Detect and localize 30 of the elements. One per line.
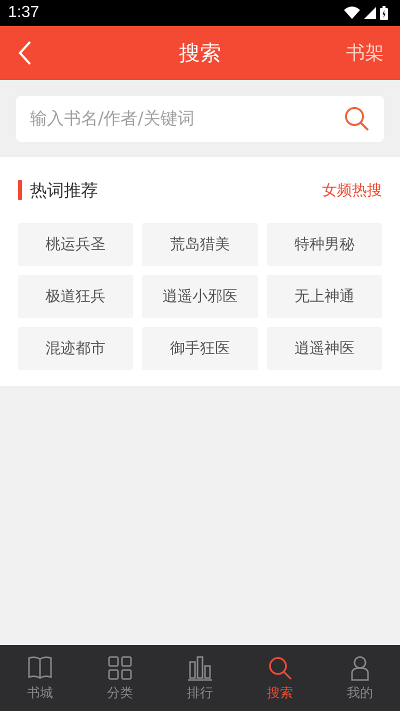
signal-icon — [364, 7, 376, 19]
accent-bar — [18, 180, 22, 200]
section-title: 热词推荐 — [30, 180, 98, 202]
battery-icon — [380, 6, 388, 20]
search-field[interactable]: 输入书名/作者/关键词 — [16, 96, 384, 142]
bar-chart-icon — [187, 654, 213, 680]
hot-word-button[interactable]: 荒岛猎美 — [142, 223, 258, 266]
search-icon — [267, 654, 293, 680]
hot-word-button[interactable]: 特种男秘 — [266, 223, 382, 266]
grid-icon — [107, 654, 133, 680]
hot-word-button[interactable]: 逍遥小邪医 — [142, 275, 258, 318]
back-button[interactable] — [18, 40, 32, 66]
wifi-icon — [344, 6, 360, 20]
hot-word-button[interactable]: 混迹都市 — [18, 327, 134, 370]
status-time: 1:37 — [8, 4, 40, 22]
search-icon — [344, 106, 370, 132]
page-title: 搜索 — [178, 40, 222, 67]
hot-word-button[interactable]: 逍遥神医 — [266, 327, 382, 370]
tab-item[interactable]: 书城 — [0, 645, 80, 711]
tab-item[interactable]: 排行 — [160, 645, 240, 711]
tab-item[interactable]: 我的 — [320, 645, 400, 711]
tab-item[interactable]: 搜索 — [240, 645, 320, 711]
hot-word-button[interactable]: 极道狂兵 — [18, 275, 134, 318]
hot-word-button[interactable]: 无上神通 — [266, 275, 382, 318]
back-icon — [18, 40, 32, 66]
female-hot-link[interactable]: 女频热搜 — [322, 180, 382, 200]
hot-word-button[interactable]: 御手狂医 — [142, 327, 258, 370]
hot-word-button[interactable]: 桃运兵圣 — [18, 223, 134, 266]
book-icon — [27, 654, 53, 680]
tab-item[interactable]: 分类 — [80, 645, 160, 711]
